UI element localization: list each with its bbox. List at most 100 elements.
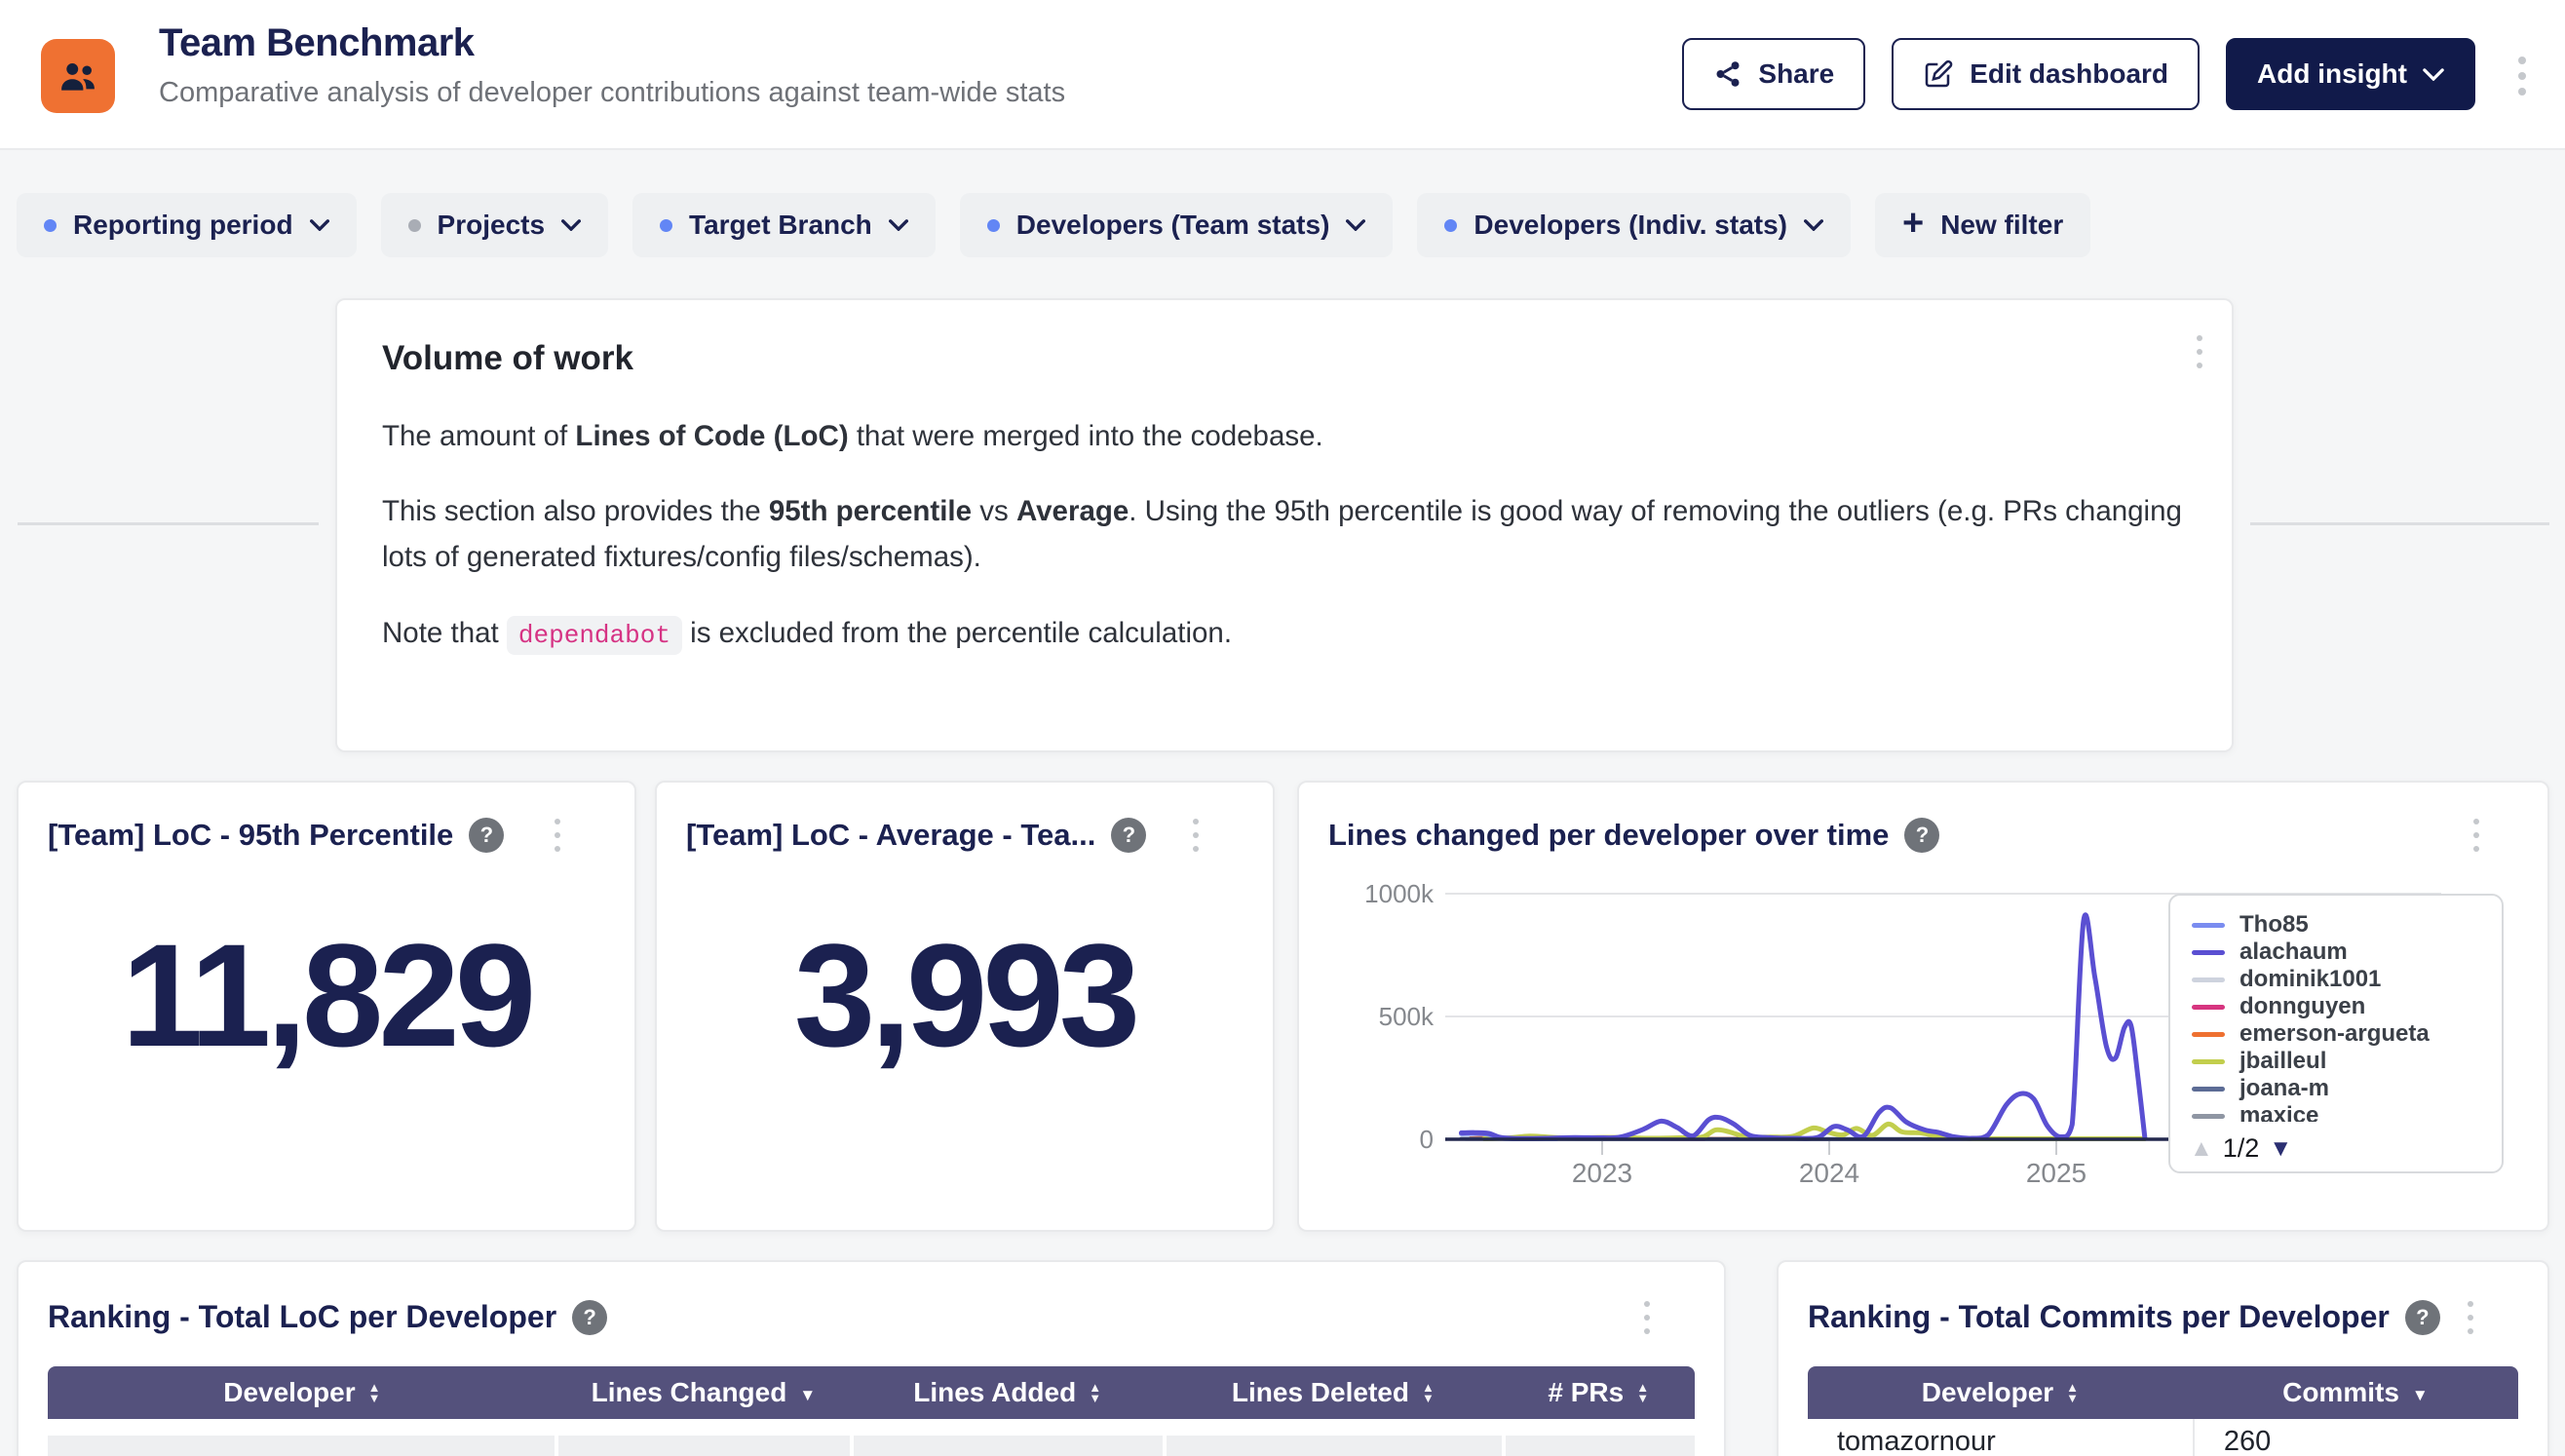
filter-status-dot <box>1444 219 1457 232</box>
legend-item-dominik1001[interactable]: dominik1001 <box>2192 966 2492 993</box>
stat-value: 3,993 <box>657 911 1273 1080</box>
svg-text:2024: 2024 <box>1799 1158 1859 1188</box>
filter-status-dot <box>987 219 1000 232</box>
sort-icon: ▲▼ <box>368 1382 381 1403</box>
legend-swatch <box>2192 950 2225 955</box>
legend-page-down-icon[interactable]: ▼ <box>2269 1137 2292 1161</box>
edit-icon <box>1923 58 1954 90</box>
help-icon[interactable]: ? <box>2405 1300 2440 1335</box>
app-header: Team Benchmark Comparative analysis of d… <box>0 0 2565 150</box>
filter-chip-target-branch[interactable]: Target Branch <box>632 193 936 257</box>
stat-card-title: [Team] LoC - Average - Tea... <box>686 818 1095 853</box>
chart-card-title: Lines changed per developer over time <box>1328 818 1889 853</box>
ranking-card-kebab-menu[interactable] <box>2468 1301 2473 1334</box>
ranking-card-kebab-menu[interactable] <box>1644 1301 1650 1334</box>
legend-list: Tho85alachaumdominik1001donnguyenemerson… <box>2192 911 2492 1122</box>
column-header--prs[interactable]: # PRs▲▼ <box>1502 1377 1695 1408</box>
help-icon[interactable]: ? <box>1904 818 1939 853</box>
table-gap-row <box>48 1419 1695 1436</box>
plus-icon: + <box>1902 205 1924 242</box>
ranking-title: Ranking - Total LoC per Developer <box>48 1299 556 1335</box>
legend-item-maxice[interactable]: maxice <box>2192 1102 2492 1122</box>
column-label: Commits <box>2282 1377 2399 1408</box>
filter-chip-label: Reporting period <box>73 210 293 241</box>
legend-label: joana-m <box>2240 1075 2329 1102</box>
legend-label: jbailleul <box>2240 1048 2326 1075</box>
svg-text:2025: 2025 <box>2026 1158 2086 1188</box>
filter-chip-developers-indiv-stats-[interactable]: Developers (Indiv. stats) <box>1417 193 1851 257</box>
add-insight-button[interactable]: Add insight <box>2226 38 2475 110</box>
stat-card-title-row: [Team] LoC - Average - Tea... ? <box>657 783 1273 853</box>
stat-card-title-row: [Team] LoC - 95th Percentile ? <box>19 783 634 853</box>
chart-card-kebab-menu[interactable] <box>2473 819 2479 852</box>
help-icon[interactable]: ? <box>572 1300 607 1335</box>
column-label: Lines Added <box>913 1377 1076 1408</box>
developer-cell: tomazornour <box>1808 1419 2193 1456</box>
chevron-down-icon <box>2423 68 2444 81</box>
column-header-lines-changed[interactable]: Lines Changed▼ <box>556 1377 851 1408</box>
volume-of-work-card: Volume of work The amount of Lines of Co… <box>335 298 2234 752</box>
help-icon[interactable]: ? <box>1111 818 1146 853</box>
column-header-commits[interactable]: Commits ▼ <box>2193 1377 2518 1408</box>
column-label: Lines Changed <box>592 1377 787 1408</box>
volume-card-kebab-menu[interactable] <box>2197 335 2202 368</box>
lines-changed-chart-card: 1000k500k0202320242025 Lines changed per… <box>1297 781 2549 1232</box>
column-header-developer[interactable]: Developer ▲▼ <box>48 1377 556 1408</box>
filter-chip-label: Target Branch <box>689 210 872 241</box>
legend-swatch <box>2192 1005 2225 1010</box>
legend-item-Tho85[interactable]: Tho85 <box>2192 911 2492 939</box>
chevron-down-icon <box>561 219 581 231</box>
table-cell <box>1506 1436 1695 1456</box>
filter-status-dot <box>660 219 672 232</box>
share-button[interactable]: Share <box>1682 38 1865 110</box>
add-insight-label: Add insight <box>2257 58 2407 90</box>
share-icon <box>1713 59 1742 89</box>
column-label: Lines Deleted <box>1232 1377 1409 1408</box>
table-header-row: Developer▲▼ Commits ▼ <box>1808 1366 2518 1419</box>
chevron-down-icon <box>310 219 329 231</box>
column-header-lines-added[interactable]: Lines Added▲▼ <box>851 1377 1164 1408</box>
chevron-down-icon <box>1346 219 1365 231</box>
sort-desc-icon: ▼ <box>2412 1386 2429 1405</box>
edit-dashboard-button[interactable]: Edit dashboard <box>1892 38 2200 110</box>
legend-label: emerson-argueta <box>2240 1020 2430 1048</box>
header-actions: Share Edit dashboard Add insight <box>1682 38 2475 110</box>
dependabot-code-chip: dependabot <box>507 616 682 655</box>
legend-page-indicator: 1/2 <box>2223 1133 2260 1164</box>
filter-chip-reporting-period[interactable]: Reporting period <box>17 193 357 257</box>
legend-item-alachaum[interactable]: alachaum <box>2192 939 2492 966</box>
filter-status-dot <box>408 219 421 232</box>
help-icon[interactable]: ? <box>469 818 504 853</box>
legend-swatch <box>2192 1087 2225 1092</box>
volume-paragraph-3: Note that dependabot is excluded from th… <box>382 610 2187 657</box>
svg-text:1000k: 1000k <box>1364 879 1435 908</box>
volume-paragraph-2: This section also provides the 95th perc… <box>382 488 2187 580</box>
new-filter-button[interactable]: +New filter <box>1875 193 2090 257</box>
filter-chip-developers-team-stats-[interactable]: Developers (Team stats) <box>960 193 1394 257</box>
column-label: Developer <box>223 1377 355 1408</box>
legend-swatch <box>2192 1114 2225 1119</box>
column-header-developer[interactable]: Developer▲▼ <box>1808 1377 2193 1408</box>
column-header-lines-deleted[interactable]: Lines Deleted▲▼ <box>1164 1377 1502 1408</box>
title-block: Team Benchmark Comparative analysis of d… <box>159 21 1065 109</box>
header-kebab-menu[interactable] <box>2518 57 2526 96</box>
legend-page-up-icon[interactable]: ▲ <box>2190 1137 2213 1161</box>
legend-item-donnguyen[interactable]: donnguyen <box>2192 993 2492 1020</box>
stat-card-kebab-menu[interactable] <box>555 819 560 852</box>
page-title: Team Benchmark <box>159 21 1065 65</box>
chevron-down-icon <box>889 219 908 231</box>
stat-card-loc-average: [Team] LoC - Average - Tea... ? 3,993 <box>655 781 1275 1232</box>
table-body: tomazornour260 <box>1808 1419 2518 1456</box>
legend-item-jbailleul[interactable]: jbailleul <box>2192 1048 2492 1075</box>
legend-item-joana-m[interactable]: joana-m <box>2192 1075 2492 1102</box>
table-row <box>48 1436 1695 1456</box>
legend-label: maxice <box>2240 1102 2318 1122</box>
stat-card-kebab-menu[interactable] <box>1193 819 1199 852</box>
legend-item-emerson-argueta[interactable]: emerson-argueta <box>2192 1020 2492 1048</box>
volume-paragraph-1: The amount of Lines of Code (LoC) that w… <box>382 413 2187 459</box>
sort-icon: ▲▼ <box>2066 1382 2079 1403</box>
filter-chip-projects[interactable]: Projects <box>381 193 609 257</box>
table-row[interactable]: tomazornour260 <box>1808 1419 2518 1456</box>
dashboard-root: Team Benchmark Comparative analysis of d… <box>0 0 2565 1456</box>
table-header-row: Developer▲▼Lines Changed▼Lines Added▲▼Li… <box>48 1366 1695 1419</box>
